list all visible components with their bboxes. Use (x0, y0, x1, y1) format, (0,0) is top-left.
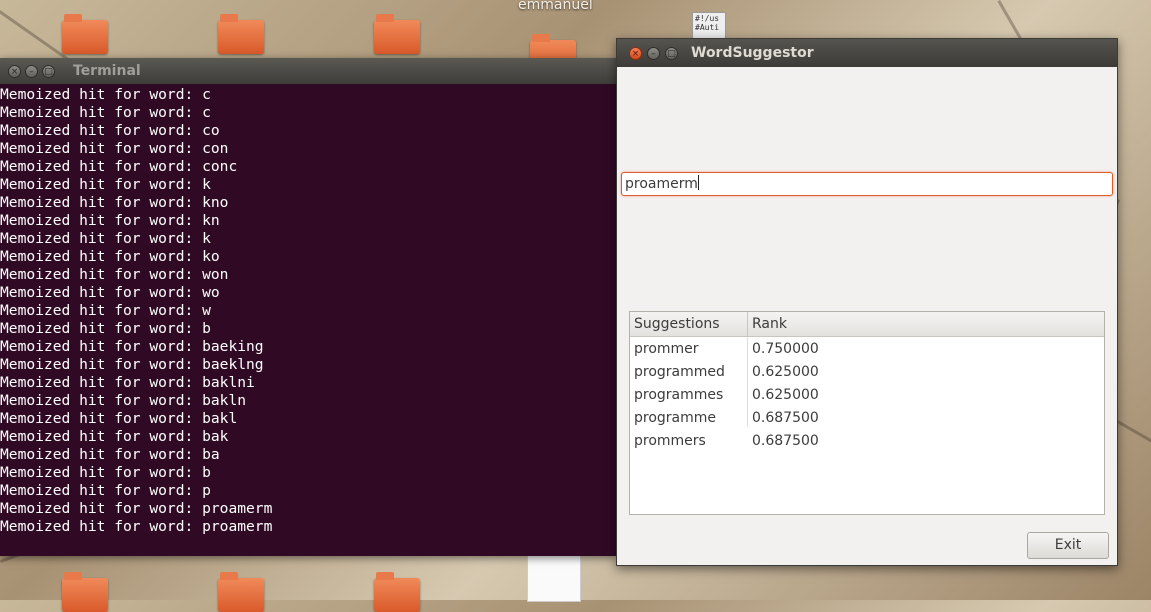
terminal-line: Memoized hit for word: bak (0, 428, 229, 445)
word-suggestor-title: WordSuggestor (691, 45, 814, 61)
rank-cell: 0.750000 (752, 341, 819, 357)
column-header-suggestions[interactable]: Suggestions (630, 312, 748, 336)
terminal-line: Memoized hit for word: ba (0, 446, 220, 463)
column-header-rank[interactable]: Rank (748, 312, 787, 336)
terminal-line: Memoized hit for word: bakl (0, 410, 238, 427)
word-input[interactable]: proamerm (621, 172, 1113, 196)
rank-cell: 0.625000 (752, 387, 819, 403)
suggestion-cell: programme (634, 410, 717, 426)
table-row[interactable]: programmes 0.625000 (630, 384, 1104, 407)
terminal-line: Memoized hit for word: c (0, 104, 211, 121)
terminal-line: Memoized hit for word: kno (0, 194, 229, 211)
desktop-folder-icon[interactable] (374, 572, 420, 612)
maximize-icon[interactable]: □ (665, 46, 678, 60)
text-caret (697, 175, 699, 190)
table-row[interactable]: prommers 0.687500 (630, 430, 1104, 453)
desktop-script-icon[interactable]: #!/us #Auti (692, 12, 726, 40)
table-row[interactable]: programmed 0.625000 (630, 361, 1104, 384)
terminal-line: Memoized hit for word: proamerm (0, 500, 273, 517)
word-suggestor-window: × – □ WordSuggestor proamerm Suggestions… (616, 38, 1118, 566)
terminal-line: Memoized hit for word: k (0, 176, 211, 193)
minimize-icon[interactable]: – (647, 46, 660, 60)
table-row[interactable]: prommer 0.750000 (630, 338, 1104, 361)
terminal-line: Memoized hit for word: b (0, 320, 211, 337)
suggestions-table-header: Suggestions Rank (630, 312, 1104, 337)
terminal-line: Memoized hit for word: ko (0, 248, 220, 265)
terminal-line: Memoized hit for word: con (0, 140, 229, 157)
maximize-icon[interactable]: □ (42, 64, 55, 78)
terminal-titlebar[interactable]: × – □ Terminal (0, 58, 616, 84)
word-input-value: proamerm (625, 176, 698, 192)
minimize-icon[interactable]: – (25, 64, 38, 78)
terminal-line: Memoized hit for word: bakln (0, 392, 247, 409)
rank-cell: 0.687500 (752, 410, 819, 426)
terminal-line: Memoized hit for word: baeklng (0, 356, 264, 373)
suggestion-cell: programmed (634, 364, 725, 380)
suggestion-cell: programmes (634, 387, 724, 403)
close-icon[interactable]: × (8, 64, 21, 78)
terminal-line: Memoized hit for word: conc (0, 158, 238, 175)
suggestion-cell: prommers (634, 433, 706, 449)
desktop-folder-icon[interactable] (62, 572, 108, 612)
word-suggestor-titlebar[interactable]: × – □ WordSuggestor (617, 39, 1117, 67)
terminal-line: Memoized hit for word: c (0, 86, 211, 103)
terminal-window: × – □ Terminal Memoized hit for word: cM… (0, 58, 616, 556)
desktop-folder-icon[interactable] (218, 572, 264, 612)
terminal-line: Memoized hit for word: wo (0, 284, 220, 301)
terminal-line: Memoized hit for word: co (0, 122, 220, 139)
terminal-line: Memoized hit for word: kn (0, 212, 220, 229)
terminal-line: Memoized hit for word: baklni (0, 374, 255, 391)
rank-cell: 0.687500 (752, 433, 819, 449)
suggestions-table[interactable]: Suggestions Rank prommer 0.750000 programm… (629, 311, 1105, 515)
desktop-folder-icon[interactable] (62, 14, 108, 54)
terminal-output[interactable]: Memoized hit for word: c Memoized hit for… (0, 84, 616, 556)
terminal-line: Memoized hit for word: p (0, 482, 211, 499)
terminal-line: Memoized hit for word: w (0, 302, 211, 319)
terminal-line: Memoized hit for word: b (0, 464, 211, 481)
terminal-line: Memoized hit for word: baeking (0, 338, 264, 355)
desktop-document-icon[interactable] (527, 552, 581, 602)
terminal-title: Terminal (73, 63, 141, 79)
terminal-line: Memoized hit for word: won (0, 266, 229, 283)
suggestion-cell: prommer (634, 341, 699, 357)
terminal-line: Memoized hit for word: k (0, 230, 211, 247)
desktop-user-label: emmanuel (518, 0, 593, 13)
column-divider (747, 337, 748, 427)
rank-cell: 0.625000 (752, 364, 819, 380)
table-row[interactable]: programme 0.687500 (630, 407, 1104, 430)
desktop-folder-icon[interactable] (374, 14, 420, 54)
desktop-folder-icon[interactable] (218, 14, 264, 54)
terminal-line: Memoized hit for word: proamerm (0, 518, 273, 535)
exit-button[interactable]: Exit (1027, 532, 1109, 559)
close-icon[interactable]: × (629, 46, 642, 60)
